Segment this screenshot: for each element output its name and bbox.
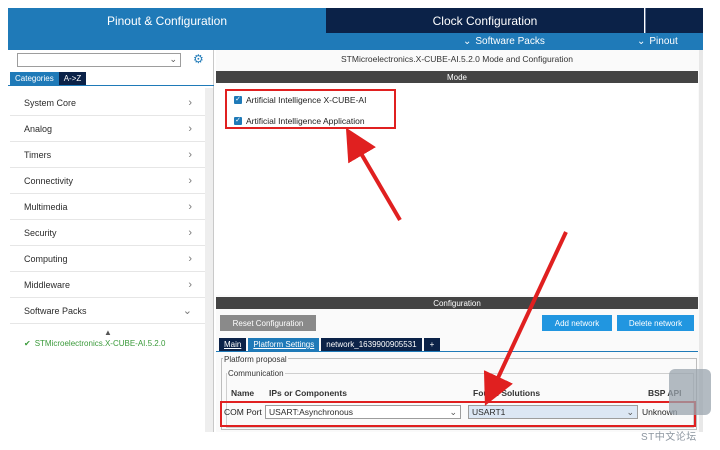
tab-pinout-configuration[interactable]: Pinout & Configuration [8,8,326,33]
chevron-right-icon: › [188,96,192,109]
category-list: System Core › Analog › Timers › Connecti… [10,90,206,324]
category-tabs: Categories A->Z [10,72,87,85]
tab-categories[interactable]: Categories [10,72,59,85]
chevron-down-icon: ⌄ [637,36,646,47]
tab-clock-configuration[interactable]: Clock Configuration [326,8,644,33]
add-tab-button[interactable]: + [423,338,441,351]
chevron-right-icon: › [188,174,192,187]
category-item[interactable]: Analog › [10,116,206,142]
highlight-box [220,401,696,427]
watermark-logo [669,369,711,415]
sub-toolbar [8,33,703,50]
pinout-label: Pinout [649,36,678,47]
sort-icon[interactable]: ▲ [104,328,112,337]
scrollbar[interactable] [205,88,213,432]
chevron-right-icon: › [188,226,192,239]
divider [216,351,698,352]
add-network-button[interactable]: Add network [542,315,612,331]
software-pack-item[interactable]: ✔ STMicroelectronics.X-CUBE-AI.5.2.0 [24,339,165,348]
watermark-text: ST中文论坛 [641,432,697,443]
platform-proposal-legend: Platform proposal [223,355,288,364]
category-item[interactable]: Connectivity › [10,168,206,194]
category-item[interactable]: Multimedia › [10,194,206,220]
column-header-ips: IPs or Components [269,388,347,398]
software-packs-menu[interactable]: ⌄ Software Packs [463,33,545,50]
category-label: Connectivity [24,175,74,186]
category-item[interactable]: Computing › [10,246,206,272]
check-icon: ✔ [24,339,31,348]
tab-network[interactable]: network_1639900905531 [321,338,422,351]
category-item[interactable]: Timers › [10,142,206,168]
category-label: Multimedia [24,201,68,212]
chevron-right-icon: › [188,122,192,135]
software-pack-label: STMicroelectronics.X-CUBE-AI.5.2.0 [34,339,166,348]
category-item[interactable]: System Core › [10,90,206,116]
tab-main[interactable]: Main [219,338,247,351]
category-item[interactable]: Security › [10,220,206,246]
reset-configuration-button[interactable]: Reset Configuration [220,315,316,331]
pinout-menu[interactable]: ⌄ Pinout [637,33,678,50]
column-header-found: Found Solutions [473,388,541,398]
category-label: Computing [24,253,68,264]
divider [8,85,214,86]
category-label: System Core [24,97,77,108]
software-packs-label: Software Packs [475,36,545,47]
category-label: Timers [24,149,52,160]
tab-extra[interactable] [645,8,703,33]
chevron-right-icon: › [188,252,192,265]
config-tabs: Main Platform Settings network_163990090… [219,338,442,351]
chevron-down-icon: ⌄ [463,36,472,47]
category-label: Middleware [24,279,71,290]
tab-platform-settings[interactable]: Platform Settings [248,338,320,351]
gear-icon[interactable]: ⚙ [193,52,204,66]
chevron-right-icon: › [188,148,192,161]
chevron-right-icon: › [188,278,192,291]
tab-a-z[interactable]: A->Z [58,72,87,85]
chevron-down-icon: ⌄ [182,305,192,317]
category-label: Analog [24,123,53,134]
category-item-software-packs[interactable]: Software Packs ⌄ [10,298,206,324]
search-input[interactable]: ⌄ [17,53,181,67]
highlight-box [225,89,396,129]
delete-network-button[interactable]: Delete network [617,315,694,331]
tab-pinout-label: Pinout & Configuration [106,13,228,28]
stm32cubemx-window: Pinout & Configuration Clock Configurati… [0,0,720,450]
category-label: Software Packs [24,305,87,316]
communication-legend: Communication [227,369,285,378]
chevron-right-icon: › [188,200,192,213]
column-header-name: Name [231,388,255,398]
configuration-header: Configuration [216,297,698,309]
mode-header: Mode [216,71,698,83]
category-label: Security [24,227,57,238]
category-item[interactable]: Middleware › [10,272,206,298]
tab-clock-label: Clock Configuration [432,13,538,28]
chevron-down-icon[interactable]: ⌄ [169,54,177,65]
mode-config-title: STMicroelectronics.X-CUBE-AI.5.2.0 Mode … [341,54,573,64]
